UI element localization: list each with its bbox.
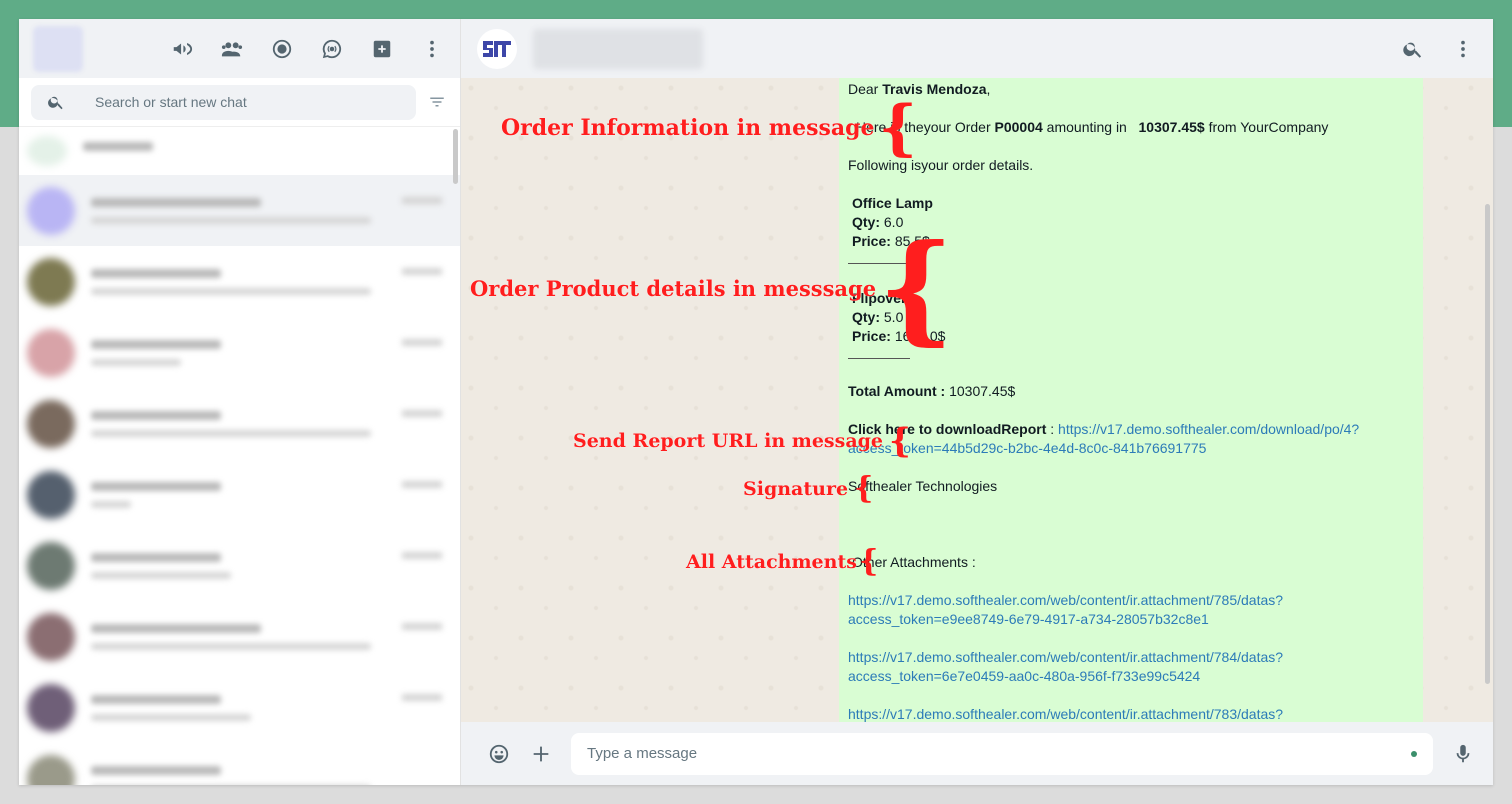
list-item[interactable]	[19, 127, 460, 175]
brand-logo-icon[interactable]	[477, 28, 517, 69]
status-dot	[1411, 750, 1417, 757]
conversation-pane: Dear Travis Mendoza, Here is theyour Ord…	[461, 19, 1493, 785]
signature-text: Softhealer Technologies	[848, 478, 998, 494]
filter-icon[interactable]	[426, 91, 448, 113]
conversation-header	[461, 19, 1493, 78]
total-value: 10307.45$	[949, 383, 1016, 399]
greeting-prefix: Dear	[848, 81, 879, 97]
chat-list-scrollbar[interactable]	[453, 129, 458, 184]
chat-list	[19, 127, 460, 785]
order-amount: 10307.45$	[1138, 119, 1205, 135]
annotation-attachments: All Attachments {	[686, 544, 879, 579]
plus-icon[interactable]	[527, 740, 555, 768]
menu-icon[interactable]	[1449, 35, 1477, 63]
communities-icon[interactable]	[218, 35, 246, 63]
search-icon[interactable]	[1399, 35, 1427, 63]
search-input[interactable]	[95, 94, 375, 110]
annotation-product-details: Order Product details in messsage {	[470, 218, 954, 357]
message-scrollbar[interactable]	[1485, 204, 1490, 684]
list-item[interactable]	[19, 246, 460, 317]
message-input[interactable]	[587, 745, 1411, 762]
message-area: Dear Travis Mendoza, Here is theyour Ord…	[461, 78, 1493, 722]
search-box[interactable]	[31, 84, 416, 120]
profile-avatar[interactable]	[33, 25, 83, 72]
message-input-box[interactable]	[571, 732, 1433, 775]
emoji-icon[interactable]	[485, 740, 513, 768]
channels-icon[interactable]	[318, 35, 346, 63]
new-chat-icon[interactable]	[368, 35, 396, 63]
attachment-link[interactable]: https://v17.demo.softhealer.com/web/cont…	[848, 706, 1283, 722]
attachment-link[interactable]: https://v17.demo.softhealer.com/web/cont…	[848, 649, 1283, 684]
megaphone-icon[interactable]	[168, 35, 196, 63]
attachments-label: Other Attachments :	[852, 554, 976, 570]
outgoing-message-bubble[interactable]: Dear Travis Mendoza, Here is theyour Ord…	[839, 78, 1423, 722]
search-row	[19, 78, 460, 127]
sidebar-toolbar	[168, 35, 446, 63]
annotation-signature: Signature {	[743, 471, 874, 506]
message-composer	[461, 722, 1493, 785]
product-separator	[848, 358, 910, 359]
order-number: P00004	[994, 119, 1043, 135]
conversation-toolbar	[1399, 35, 1477, 63]
whatsapp-web-app: Dear Travis Mendoza, Here is theyour Ord…	[19, 19, 1493, 785]
annotation-report-url: Send Report URL in message {	[573, 421, 911, 461]
total-label: Total Amount :	[848, 383, 946, 399]
list-item[interactable]	[19, 601, 460, 672]
list-item[interactable]	[19, 672, 460, 743]
mic-icon[interactable]	[1449, 740, 1477, 768]
chat-sidebar	[19, 19, 461, 785]
contact-name[interactable]	[533, 28, 703, 69]
annotation-order-info: Order Information in message {	[501, 93, 918, 163]
sidebar-header	[19, 19, 460, 78]
attachment-link[interactable]: https://v17.demo.softhealer.com/web/cont…	[848, 592, 1283, 627]
list-item[interactable]	[19, 530, 460, 601]
product-name: Office Lamp	[852, 195, 933, 211]
status-icon[interactable]	[268, 35, 296, 63]
menu-icon[interactable]	[418, 35, 446, 63]
list-item[interactable]	[19, 743, 460, 785]
list-item[interactable]	[19, 317, 460, 388]
list-item[interactable]	[19, 175, 460, 246]
details-intro: Following isyour order details.	[848, 157, 1034, 173]
search-icon	[48, 96, 63, 110]
list-item[interactable]	[19, 388, 460, 459]
list-item[interactable]	[19, 459, 460, 530]
